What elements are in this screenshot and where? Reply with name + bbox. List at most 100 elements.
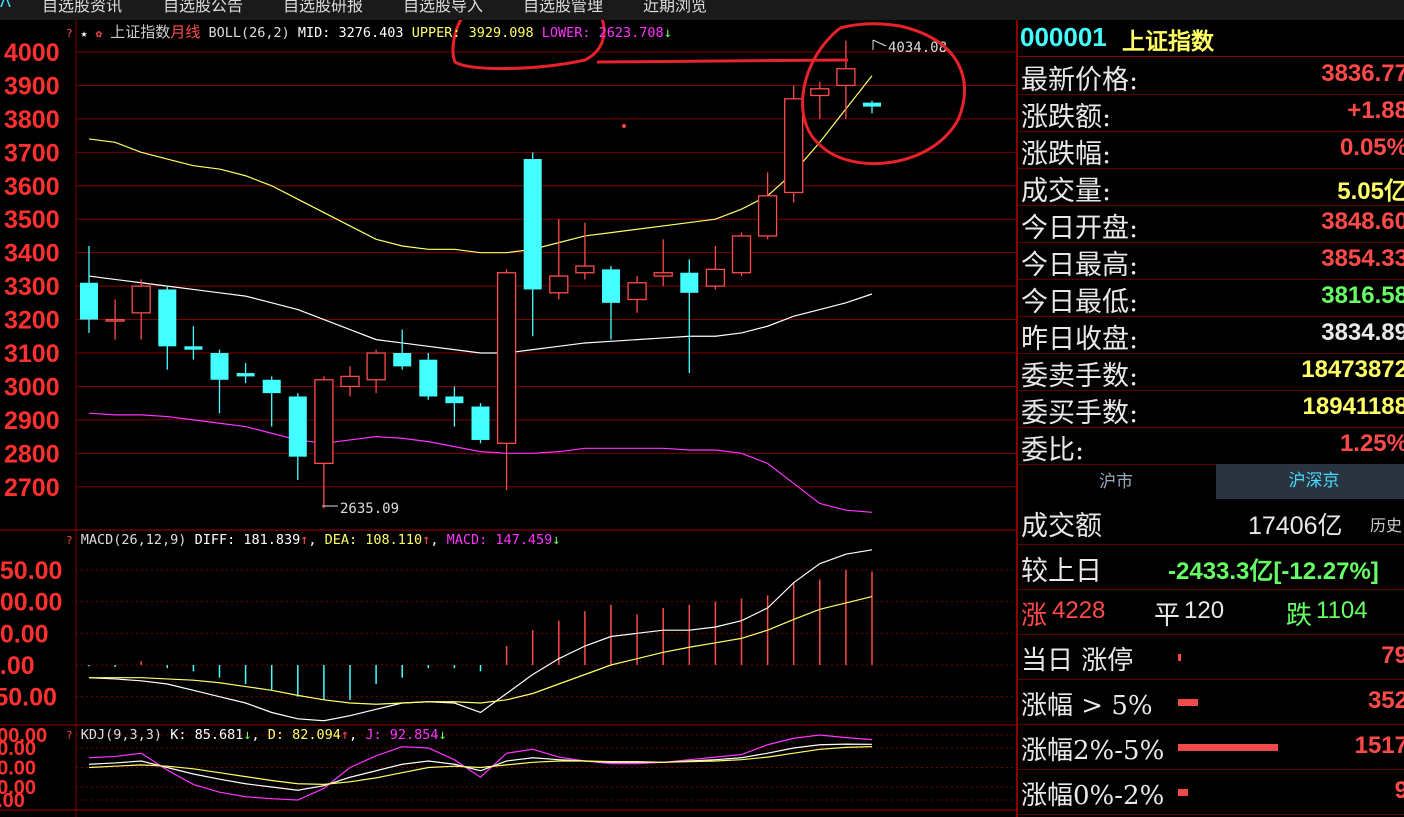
main-y-tick: 3200: [4, 307, 60, 335]
turnover-label: 成交额: [1021, 511, 1102, 542]
low-annotation: 2635.09: [340, 501, 399, 517]
kdj-info-line: ? KDJ(9,3,3) K: 85.681↓, D: 82.094↑, J: …: [66, 727, 447, 743]
boll-lower-value: LOWER: 2623.708: [541, 25, 664, 41]
marker-dot: [622, 124, 626, 128]
main-y-tick: 3600: [4, 173, 60, 201]
candle-body-down: [210, 353, 229, 380]
menu-item-announce[interactable]: 自选股公告: [163, 0, 243, 16]
high-pointer: [872, 39, 887, 50]
flat-count: 120: [1184, 597, 1225, 624]
menu-item-news[interactable]: 自选股资讯: [42, 0, 122, 16]
kdj-title[interactable]: KDJ(9,3,3): [81, 727, 162, 743]
candle: [393, 329, 412, 370]
macd-chart: [88, 549, 873, 722]
macd-info-line: ? MACD(26,12,9) DIFF: 181.839↑, DEA: 108…: [66, 532, 561, 548]
candle-body-down: [471, 406, 490, 440]
turnover-value: 17406亿: [1248, 512, 1343, 540]
candle-body-up: [784, 98, 804, 194]
candle: [419, 353, 438, 400]
breadth-label: 涨幅0%-2%: [1021, 781, 1165, 811]
tab-sh-sz-bj[interactable]: 沪深京: [1216, 464, 1404, 499]
main-y-tick: 3700: [4, 139, 60, 167]
macd-y-tick: 0.00: [0, 652, 35, 680]
candle-body-down: [680, 272, 699, 293]
candle: [288, 393, 307, 481]
quote-label: 今日最低:: [1021, 287, 1139, 318]
macd-title[interactable]: MACD(26,12,9): [81, 532, 187, 548]
kdj-d-value: D: 82.094: [267, 727, 341, 743]
main-y-tick: 3900: [4, 72, 60, 100]
kdj-k-value: K: 85.681: [170, 727, 244, 743]
macd-marker[interactable]: ?: [66, 534, 73, 547]
quote-row: 昨日收盘: 3834.89: [1018, 316, 1404, 355]
candle: [184, 326, 203, 360]
chart-canvas[interactable]: 4000 3900 3800 3700 3600 3500 3400 3300 3200 3100…: [0, 20, 1016, 817]
menu-item-manage[interactable]: 自选股管理: [523, 0, 603, 16]
candle: [340, 366, 360, 397]
period-label[interactable]: 月线: [170, 23, 200, 41]
boll-upper-value: UPPER: 3929.098: [411, 25, 534, 41]
menu-item-import[interactable]: 自选股导入: [403, 0, 483, 16]
fall-count: 1104: [1316, 597, 1368, 624]
quote-label: 最新价格:: [1021, 65, 1139, 96]
candle: [496, 269, 517, 491]
main-y-tick: 2900: [4, 407, 60, 435]
quote-row: 今日最高: 3854.33: [1018, 242, 1404, 281]
fall-label: 跌: [1286, 601, 1313, 631]
quote-label: 今日最高:: [1021, 250, 1139, 281]
candle: [575, 222, 595, 280]
y-axis-labels: 4000 3900 3800 3700 3600 3500 3400 3300 3200 3100…: [0, 39, 62, 812]
main-y-tick: 3800: [4, 106, 60, 134]
candle-body-up: [627, 282, 647, 301]
candle: [549, 219, 569, 300]
candle-body-down: [445, 396, 464, 404]
breadth-bar: [1178, 699, 1198, 706]
history-link[interactable]: 历史: [1370, 512, 1402, 536]
main-info-line: ? ★ ✿ 上证指数月线 BOLL(26,2) MID: 3276.403 UP…: [66, 21, 672, 42]
breadth-label: 涨幅2%-5%: [1021, 736, 1165, 766]
chart-area[interactable]: 4000 3900 3800 3700 3600 3500 3400 3300 3200 3100…: [0, 20, 1016, 817]
macd-y-tick: -50.00: [0, 684, 57, 712]
quote-value: +1.88: [1347, 97, 1404, 124]
d-arrow-icon: ↑: [340, 727, 350, 743]
kdj-marker[interactable]: ?: [66, 729, 73, 742]
breadth-bar: [1178, 654, 1181, 661]
quote-label: 涨跌额:: [1021, 102, 1112, 133]
tab-sh-market[interactable]: 沪市: [1018, 464, 1214, 500]
menu-item-recent[interactable]: 近期浏览: [643, 0, 707, 16]
candle-body-up: [105, 318, 125, 322]
candle: [627, 276, 647, 313]
candle-body-up: [757, 195, 778, 237]
menu-item-research[interactable]: 自选股研报: [283, 0, 363, 16]
quote-value: 3848.60: [1321, 208, 1404, 235]
star-icon[interactable]: ★: [81, 27, 88, 40]
breadth-row: 当日 涨停 79: [1018, 635, 1404, 680]
menu-item-0[interactable]: Ʌ: [0, 0, 11, 11]
favorite-icon[interactable]: ✿: [96, 27, 103, 40]
candle-body-up: [836, 68, 856, 87]
index-name: 上证指数: [110, 23, 171, 41]
vs-prev-value: -2433.3亿[-12.27%]: [1168, 558, 1379, 585]
breadth-row: 涨幅0%-2% 9: [1018, 770, 1404, 815]
boll-indicator-name[interactable]: BOLL(26,2): [208, 25, 289, 41]
boll-mid-value: MID: 3276.403: [297, 25, 404, 41]
candle: [262, 376, 281, 427]
main-y-tick: 4000: [4, 39, 60, 67]
panel-marker[interactable]: ?: [66, 27, 73, 40]
candle-body-up: [340, 375, 360, 388]
breadth-value: 9: [1395, 777, 1404, 805]
quote-row: 委比: 1.25%: [1018, 427, 1404, 466]
boll-lines: [88, 75, 873, 513]
candle: [653, 239, 673, 287]
candles: [80, 40, 881, 509]
breadth-bar: [1178, 789, 1188, 796]
breadth-value: 1517: [1354, 732, 1404, 759]
candle: [314, 376, 334, 509]
j-arrow-icon: ↓: [438, 727, 447, 743]
quote-value: 18941188: [1302, 393, 1404, 420]
candle-body-up: [653, 272, 673, 277]
top-menu-bar: Ʌ 自选股资讯 自选股公告 自选股研报 自选股导入 自选股管理 近期浏览: [0, 0, 1404, 20]
macd-arrow-icon: ↓: [552, 532, 561, 548]
quote-label: 委卖手数:: [1021, 361, 1139, 392]
candle: [131, 279, 151, 340]
